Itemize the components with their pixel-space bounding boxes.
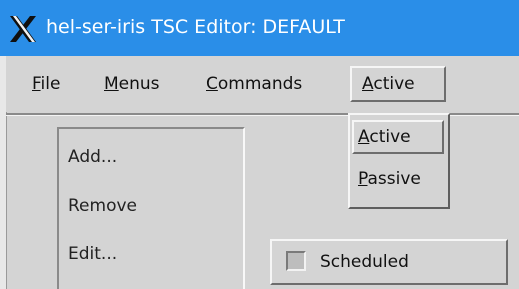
dropdown-item-passive-label: assive [367,169,421,189]
remove-button[interactable]: Remove [68,193,137,219]
dropdown-item-active[interactable]: Active [352,120,444,154]
window-title: hel-ser-iris TSC Editor: DEFAULT [46,16,345,38]
scheduled-checkbox[interactable] [286,251,306,271]
menu-menus-label: enus [118,74,160,94]
menu-active[interactable]: Active [350,66,446,102]
menu-file[interactable]: File [22,66,70,102]
scheduled-label: Scheduled [320,252,409,272]
menu-menus[interactable]: Menus [94,66,170,102]
menu-commands-label: ommands [217,74,303,94]
menu-file-label: ile [40,74,61,94]
title-bar: hel-ser-iris TSC Editor: DEFAULT [0,0,519,56]
menu-commands[interactable]: Commands [196,66,312,102]
x-window-system-icon [10,16,36,42]
menu-commands-mnemonic: C [206,74,218,94]
menu-menus-mnemonic: M [104,74,119,94]
menu-file-mnemonic: F [32,74,41,94]
edit-button[interactable]: Edit... [68,241,117,267]
dropdown-item-active-label: ctive [369,127,411,147]
dropdown-item-active-mnemonic: A [358,127,370,147]
dropdown-item-passive[interactable]: Passive [354,164,444,198]
dropdown-item-passive-mnemonic: P [358,169,368,189]
add-button[interactable]: Add... [68,144,117,170]
menu-active-mnemonic: A [362,74,374,94]
menu-active-label: ctive [373,74,415,94]
